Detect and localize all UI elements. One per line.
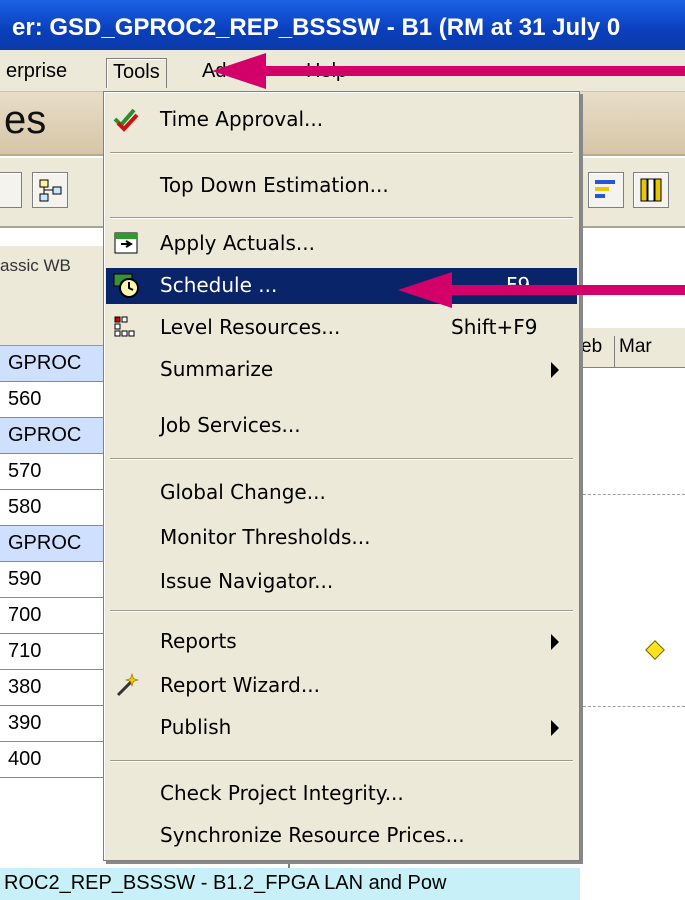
- gantt-gridline: [578, 706, 685, 707]
- magic-wand-icon: [116, 673, 139, 697]
- view-tab[interactable]: assic WB: [0, 246, 106, 288]
- menu-item-level-resources[interactable]: Level Resources... Shift+F9: [106, 310, 577, 346]
- table-row[interactable]: 560: [0, 382, 106, 418]
- columns-icon: [640, 178, 662, 202]
- menu-item-time-approval[interactable]: Time Approval...: [106, 102, 577, 138]
- window-title: er: GSD_GPROC2_REP_BSSSW - B1 (RM at 31 …: [12, 14, 621, 41]
- timescale-feb: eb: [576, 336, 614, 368]
- menu-separator: [110, 152, 573, 154]
- menu-tools[interactable]: Tools: [106, 58, 167, 88]
- table-row[interactable]: 570: [0, 454, 106, 490]
- menu-separator: [110, 458, 573, 460]
- menu-item-synchronize-resource-prices[interactable]: Synchronize Resource Prices...: [106, 818, 577, 854]
- apply-actuals-icon: [114, 232, 138, 254]
- toolbar-button[interactable]: [0, 172, 22, 208]
- table-row[interactable]: GPROC: [0, 346, 106, 382]
- submenu-arrow-icon: [551, 720, 559, 736]
- menu-enterprise[interactable]: erprise: [0, 58, 73, 88]
- grid-header: [0, 288, 106, 346]
- tools-menu: Time Approval... Top Down Estimation... …: [103, 91, 580, 861]
- menu-item-report-wizard[interactable]: Report Wizard...: [106, 668, 577, 704]
- menu-separator: [110, 610, 573, 612]
- submenu-arrow-icon: [551, 362, 559, 378]
- columns-button[interactable]: [633, 172, 669, 208]
- bars-button[interactable]: [588, 172, 624, 208]
- table-row[interactable]: 400: [0, 742, 106, 778]
- annotation-arrow: [262, 66, 685, 76]
- menu-item-top-down-estimation[interactable]: Top Down Estimation...: [106, 168, 577, 204]
- view-tab-label: assic WB: [0, 256, 71, 275]
- menu-item-apply-actuals[interactable]: Apply Actuals...: [106, 226, 577, 262]
- page-title: es: [4, 98, 47, 142]
- annotation-arrow: [448, 285, 685, 295]
- table-row[interactable]: 590: [0, 562, 106, 598]
- menu-separator: [110, 760, 573, 762]
- table-row[interactable]: GPROC: [0, 418, 106, 454]
- level-resources-icon: [114, 316, 135, 337]
- menu-item-reports[interactable]: Reports: [106, 624, 577, 660]
- gantt-chart: [576, 368, 685, 868]
- table-row[interactable]: 390: [0, 706, 106, 742]
- wbs-summary-row[interactable]: ROC2_REP_BSSSW - B1.2_FPGA LAN and Pow: [0, 868, 580, 900]
- hierarchy-icon: [39, 179, 62, 202]
- menu-item-check-project-integrity[interactable]: Check Project Integrity...: [106, 776, 577, 812]
- gantt-gridline: [578, 494, 685, 495]
- timescale-mar: Mar: [614, 336, 685, 368]
- table-row[interactable]: 580: [0, 490, 106, 526]
- menu-item-global-change[interactable]: Global Change...: [106, 475, 577, 511]
- hierarchy-button[interactable]: [32, 172, 68, 208]
- wbs-summary-label: ROC2_REP_BSSSW - B1.2_FPGA LAN and Pow: [4, 872, 447, 894]
- menu-item-issue-navigator[interactable]: Issue Navigator...: [106, 564, 577, 600]
- menu-item-monitor-thresholds[interactable]: Monitor Thresholds...: [106, 520, 577, 556]
- window-title-bar: er: GSD_GPROC2_REP_BSSSW - B1 (RM at 31 …: [0, 0, 685, 50]
- table-row[interactable]: 380: [0, 670, 106, 706]
- submenu-arrow-icon: [551, 634, 559, 650]
- menu-separator: [110, 217, 573, 219]
- annotation-arrowhead: [398, 272, 452, 308]
- checkmarks-icon: [113, 108, 139, 132]
- menu-item-publish[interactable]: Publish: [106, 710, 577, 746]
- table-row[interactable]: GPROC: [0, 526, 106, 562]
- bars-icon: [595, 180, 615, 198]
- annotation-arrowhead: [212, 53, 266, 89]
- schedule-clock-icon: [113, 273, 139, 298]
- table-row[interactable]: 710: [0, 634, 106, 670]
- table-row[interactable]: 700: [0, 598, 106, 634]
- menu-item-job-services[interactable]: Job Services...: [106, 408, 577, 444]
- gantt-timescale: eb Mar: [576, 328, 685, 368]
- menu-item-summarize[interactable]: Summarize: [106, 352, 577, 388]
